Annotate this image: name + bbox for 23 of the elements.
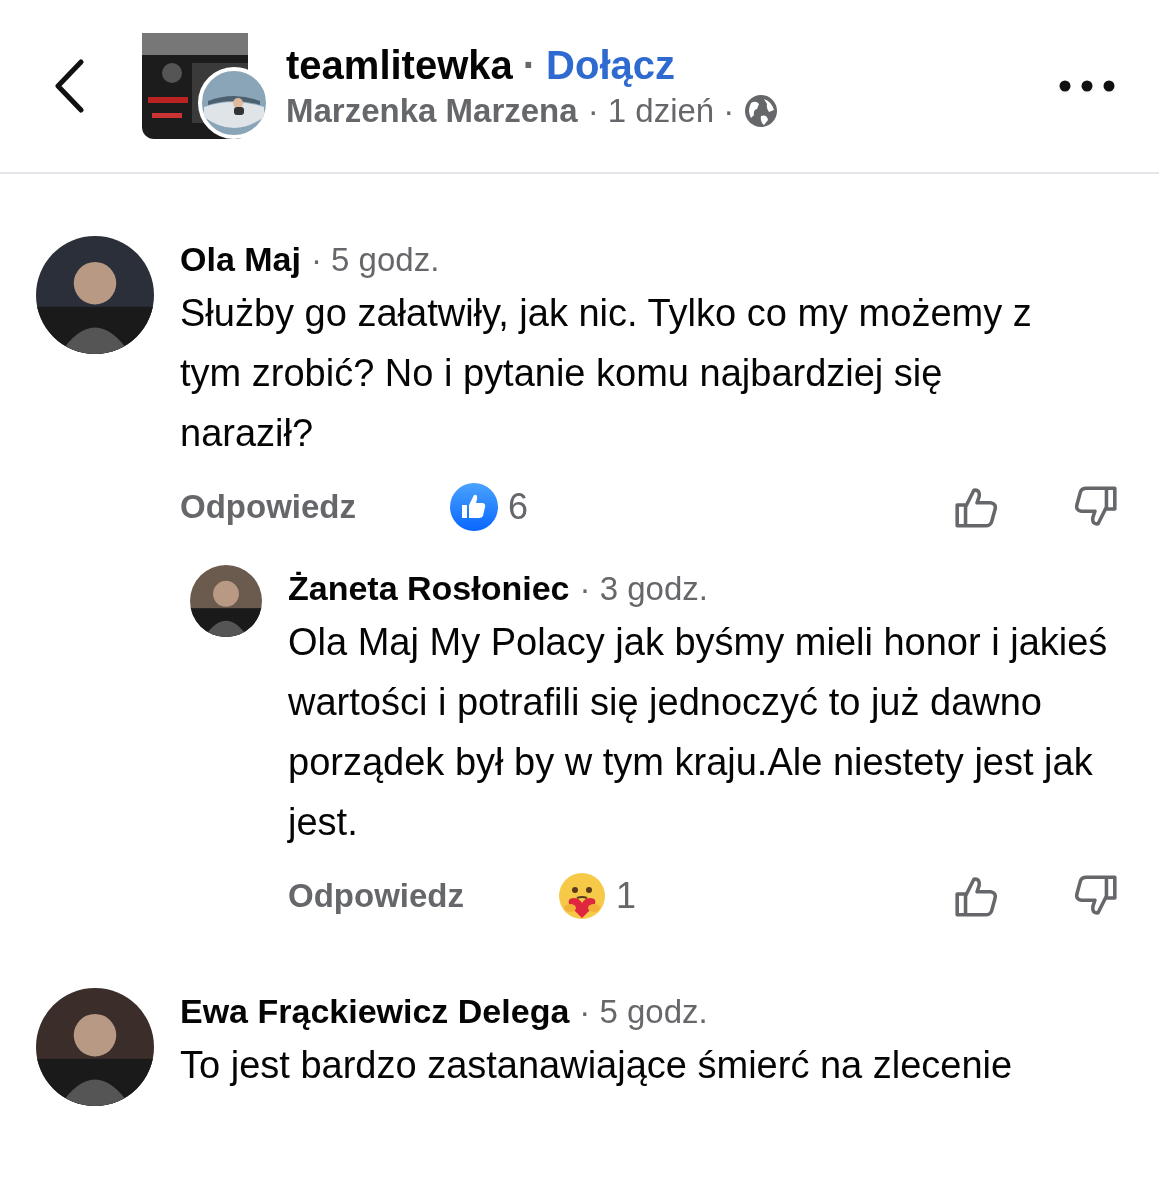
reaction-count[interactable]: 1 <box>616 875 637 917</box>
globe-icon <box>744 93 779 128</box>
reaction-count[interactable]: 6 <box>508 486 529 528</box>
comment-text: Służby go załatwiły, jak nic. Tylko co my możemy z tym zrobić? No i pytanie komu najbardziej się naraził? <box>180 291 1033 456</box>
comment-time: · 5 godz. <box>310 241 440 279</box>
comment-time: · 3 godz. <box>579 570 708 608</box>
like-reaction-icon <box>450 483 498 531</box>
reply-link[interactable]: Odpowiedz <box>180 488 450 526</box>
commenter-name[interactable]: Żaneta Rosłoniec <box>288 569 570 608</box>
comment-text: Ola Maj My Polacy jak byśmy mieli honor i jakieś wartości i potrafili się jednoczyć to już dawno porządek był by w tym kraju.Ale niestety jest jak jest. <box>288 620 1109 845</box>
comment-text: To jest bardzo zastanawiające śmierć na zlecenie <box>180 1043 1014 1088</box>
commenter-name[interactable]: Ewa Frąckiewicz Delega <box>180 992 570 1031</box>
more-icon[interactable] <box>1059 80 1115 92</box>
care-reaction-icon <box>558 872 606 920</box>
separator-dot: · <box>522 42 537 88</box>
comment-time: · 5 godz. <box>579 993 708 1031</box>
group-name[interactable]: teamlitewka <box>286 42 513 88</box>
post-time: · 1 dzień · <box>587 91 735 130</box>
join-link[interactable]: Dołącz <box>546 42 676 88</box>
back-icon[interactable] <box>54 59 84 113</box>
reply-link[interactable]: Odpowiedz <box>288 877 558 915</box>
commenter-name[interactable]: Ola Maj <box>180 240 301 279</box>
author-name[interactable]: Marzenka Marzena <box>286 91 578 130</box>
